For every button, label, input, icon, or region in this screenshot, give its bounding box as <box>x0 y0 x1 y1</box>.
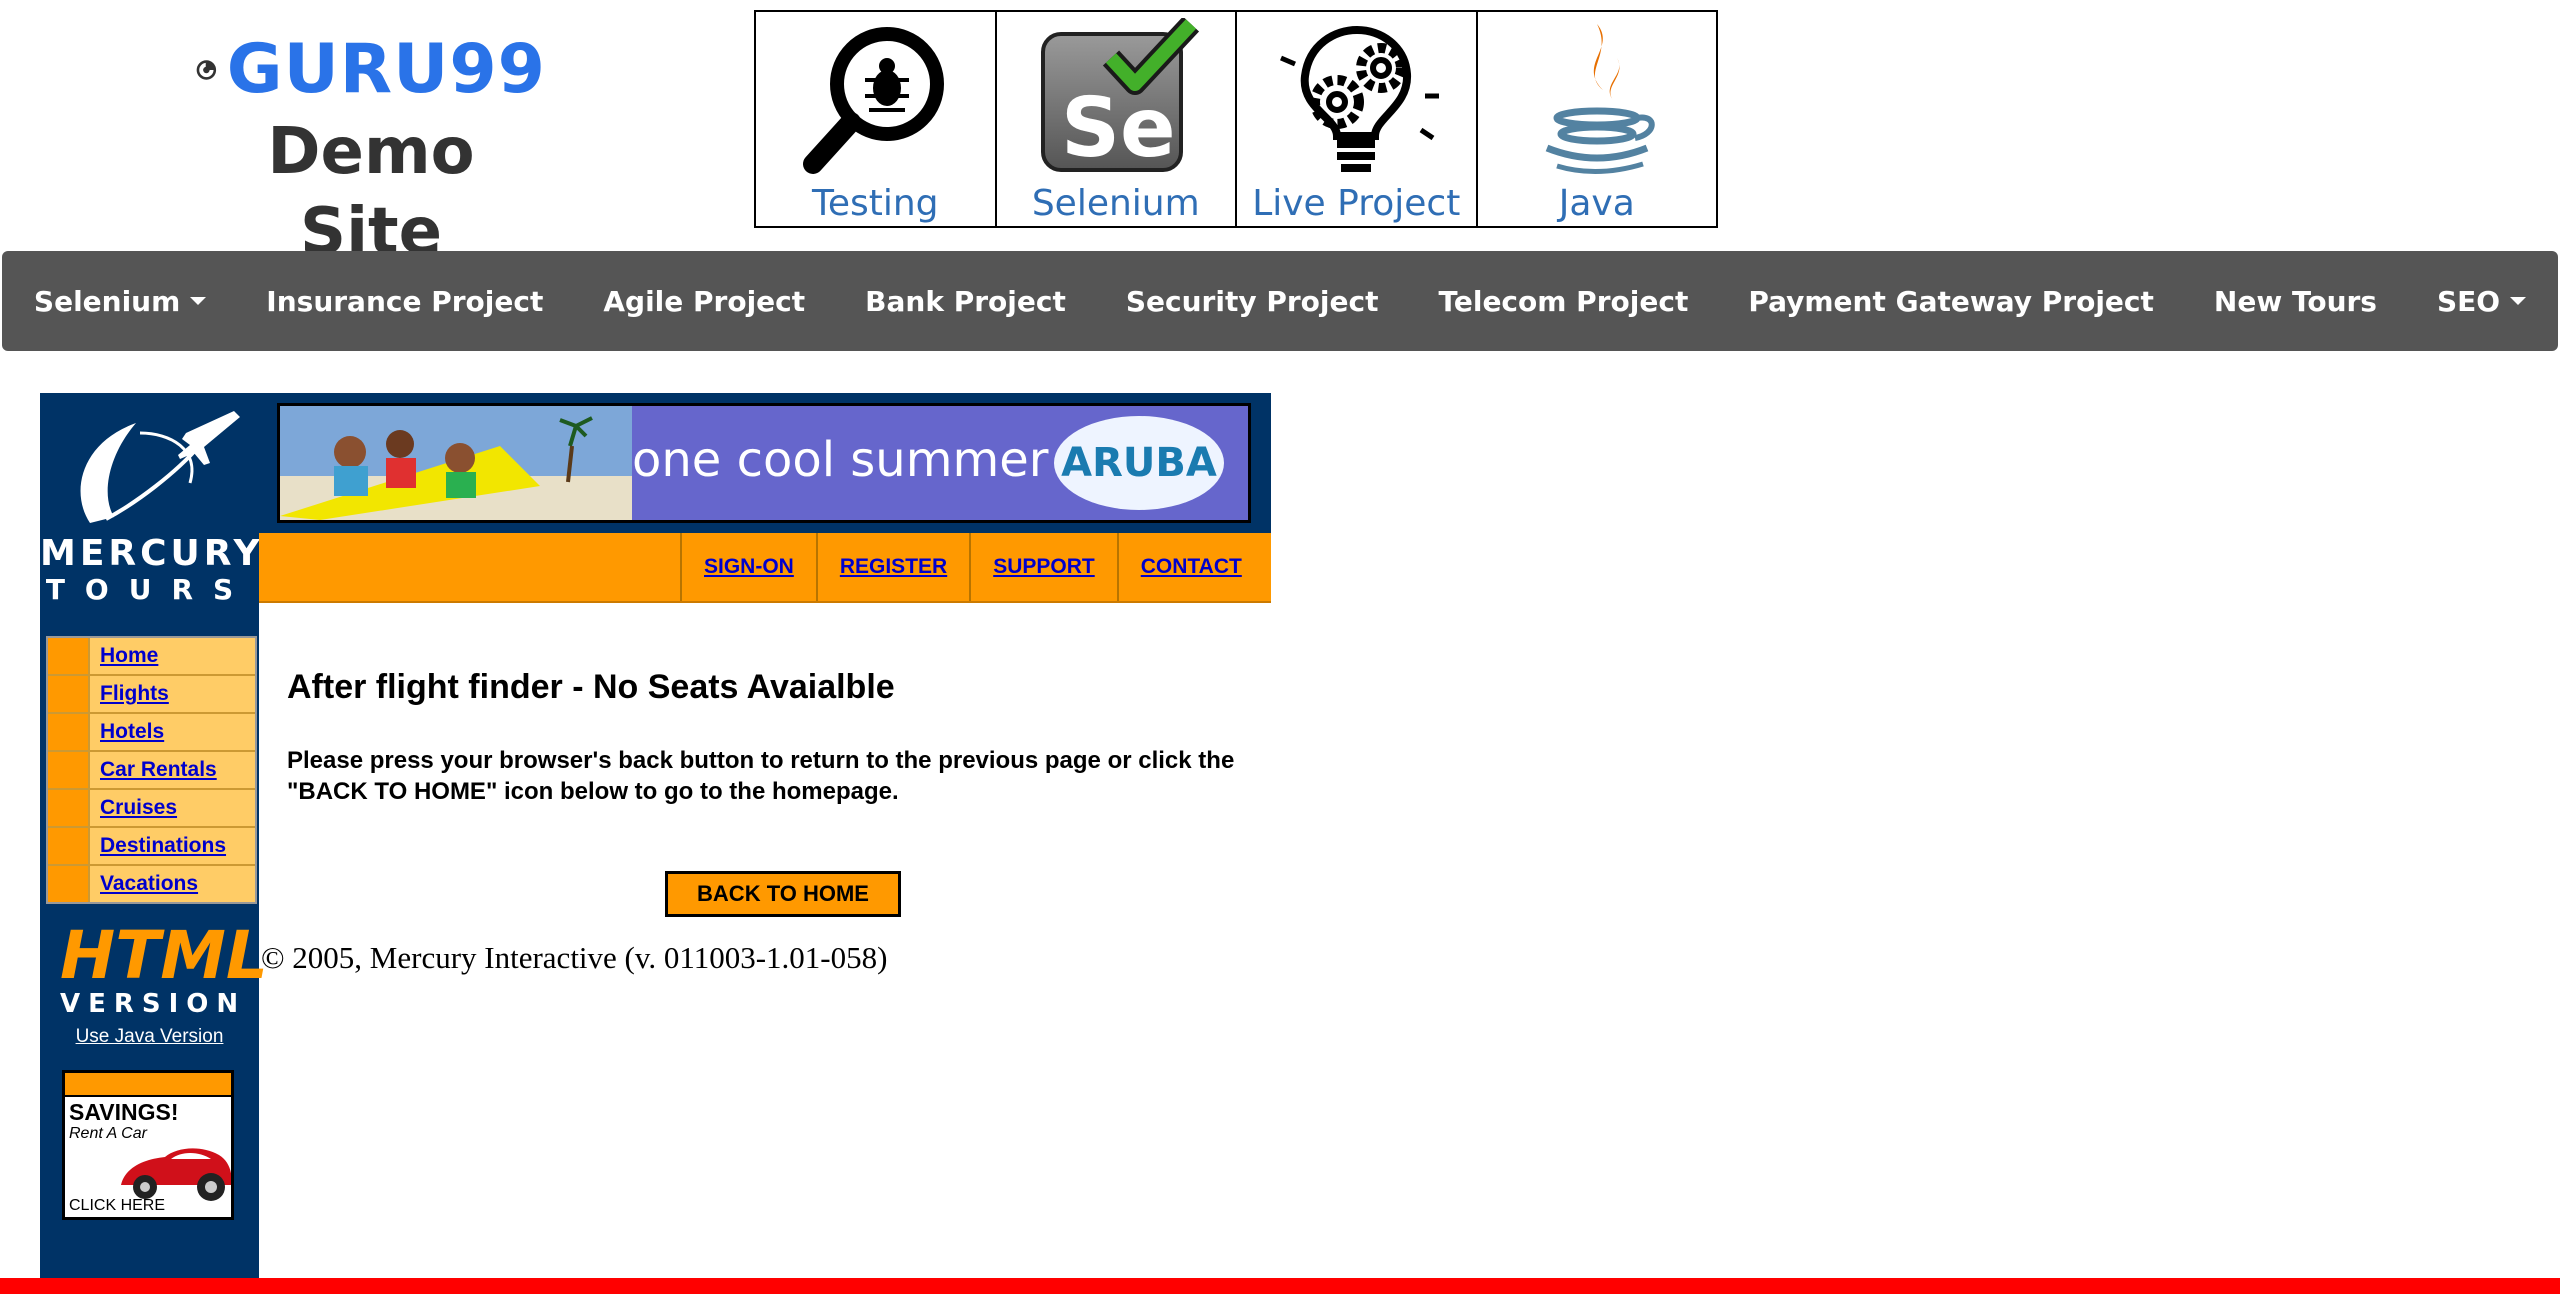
category-label: Selenium <box>1031 183 1200 224</box>
nav-seo[interactable]: SEO <box>2436 284 2527 318</box>
side-nav-row: Destinations <box>48 828 255 866</box>
svg-text:Se: Se <box>1061 81 1176 176</box>
nav-label: Insurance Project <box>266 284 544 318</box>
nav-label: Payment Gateway Project <box>1748 284 2154 318</box>
side-nav-row: Hotels <box>48 714 255 752</box>
brand-name: GURU99 <box>226 30 546 109</box>
ad-cta: CLICK HERE <box>69 1197 166 1214</box>
side-nav-row: Vacations <box>48 866 255 902</box>
nav-telecom-project[interactable]: Telecom Project <box>1438 285 1688 318</box>
selenium-logo-icon: Se <box>1040 18 1199 176</box>
side-link-cruises[interactable]: Cruises <box>90 790 177 826</box>
top-link-register[interactable]: REGISTER <box>815 533 969 601</box>
side-nav-row: Cruises <box>48 790 255 828</box>
back-to-home-button[interactable]: BACK TO HOME <box>665 871 901 917</box>
side-link-vacations[interactable]: Vacations <box>90 866 198 902</box>
category-label: Testing <box>811 183 939 224</box>
top-link-support[interactable]: SUPPORT <box>969 533 1117 601</box>
use-java-version-link[interactable]: Use Java Version <box>40 1026 259 1048</box>
nav-agile-project[interactable]: Agile Project <box>603 285 805 318</box>
java-cup-icon <box>1545 24 1655 174</box>
top-nav: SIGN-ON REGISTER SUPPORT CONTACT <box>680 533 1264 601</box>
mercury-logo-line2: TOURS <box>45 573 254 606</box>
nav-payment-gateway-project[interactable]: Payment Gateway Project <box>1748 285 2154 318</box>
nav-label: Selenium <box>33 284 181 318</box>
top-link-sign-on[interactable]: SIGN-ON <box>680 533 816 601</box>
footer-red-bar <box>0 1278 2560 1294</box>
side-link-destinations[interactable]: Destinations <box>90 828 226 864</box>
caret-down-icon <box>190 297 207 305</box>
category-testing[interactable]: Testing <box>756 12 997 226</box>
nav-label: Bank Project <box>865 284 1066 318</box>
category-strip: Testing Se Selenium Live Project Java <box>754 10 1718 228</box>
banner-area: one cool summer ARUBA <box>259 393 1271 533</box>
category-label: Java <box>1558 183 1635 224</box>
html-version-badge: HTML VERSION <box>60 917 268 1020</box>
category-label: Live Project <box>1252 183 1461 224</box>
rent-a-car-ad[interactable]: SAVINGS! Rent A Car CLICK HERE <box>62 1070 234 1220</box>
mercury-logo-line1: MERCURY <box>40 533 264 574</box>
no-seats-message: Please press your browser's back button … <box>287 747 1235 805</box>
side-link-flights[interactable]: Flights <box>90 676 169 712</box>
beach-photo-icon <box>280 406 632 520</box>
side-nav-row: Car Rentals <box>48 752 255 790</box>
brand-subtitle: Demo Site <box>267 115 475 269</box>
page-heading: After flight finder - No Seats Avaialble <box>287 668 895 706</box>
nav-new-tours[interactable]: New Tours <box>2214 285 2377 318</box>
guru99-brand[interactable]: GURU99 Demo Site <box>196 32 546 272</box>
caret-down-icon <box>2510 297 2527 305</box>
category-java[interactable]: Java <box>1478 12 1717 226</box>
guru99-logo-icon <box>196 60 217 80</box>
aruba-banner[interactable]: one cool summer ARUBA <box>277 403 1251 523</box>
nav-insurance-project[interactable]: Insurance Project <box>266 285 543 318</box>
html-badge-small: VERSION <box>60 989 247 1019</box>
top-nav-bar: SIGN-ON REGISTER SUPPORT CONTACT <box>259 533 1271 603</box>
side-nav: Home Flights Hotels Car Rentals Cruises … <box>46 636 257 904</box>
html-badge-big: HTML <box>60 917 268 994</box>
nav-label: SEO <box>2436 284 2501 318</box>
category-selenium[interactable]: Se Selenium <box>997 12 1237 226</box>
nav-label: New Tours <box>2213 284 2377 318</box>
ad-headline: SAVINGS! <box>69 1099 179 1125</box>
nav-label: Telecom Project <box>1438 284 1689 318</box>
mercury-left-column: MERCURY TOURS Home Flights Hotels Car Re… <box>40 393 268 1294</box>
side-link-hotels[interactable]: Hotels <box>90 714 164 750</box>
banner-text: one cool summer <box>632 432 1049 488</box>
mercury-plane-logo-icon <box>80 411 240 523</box>
lightbulb-gear-icon <box>1280 25 1440 172</box>
mercury-tours-logo[interactable]: MERCURY TOURS <box>40 393 264 613</box>
category-live-project[interactable]: Live Project <box>1237 12 1478 226</box>
side-nav-row: Flights <box>48 676 255 714</box>
side-link-home[interactable]: Home <box>90 638 158 674</box>
nav-security-project[interactable]: Security Project <box>1126 285 1379 318</box>
main-content: After flight finder - No Seats Avaialble… <box>287 668 1277 807</box>
main-navbar: Selenium Insurance Project Agile Project… <box>2 251 2558 351</box>
nav-label: Agile Project <box>603 284 806 318</box>
side-link-car-rentals[interactable]: Car Rentals <box>90 752 217 788</box>
nav-selenium[interactable]: Selenium <box>33 284 207 318</box>
magnifier-bug-icon <box>803 27 945 174</box>
nav-label: Security Project <box>1125 284 1379 318</box>
side-nav-row: Home <box>48 638 255 676</box>
top-link-contact[interactable]: CONTACT <box>1116 533 1264 601</box>
nav-bank-project[interactable]: Bank Project <box>865 285 1066 318</box>
copyright-text: © 2005, Mercury Interactive (v. 011003-1… <box>261 940 888 975</box>
aruba-badge: ARUBA <box>1054 416 1224 510</box>
